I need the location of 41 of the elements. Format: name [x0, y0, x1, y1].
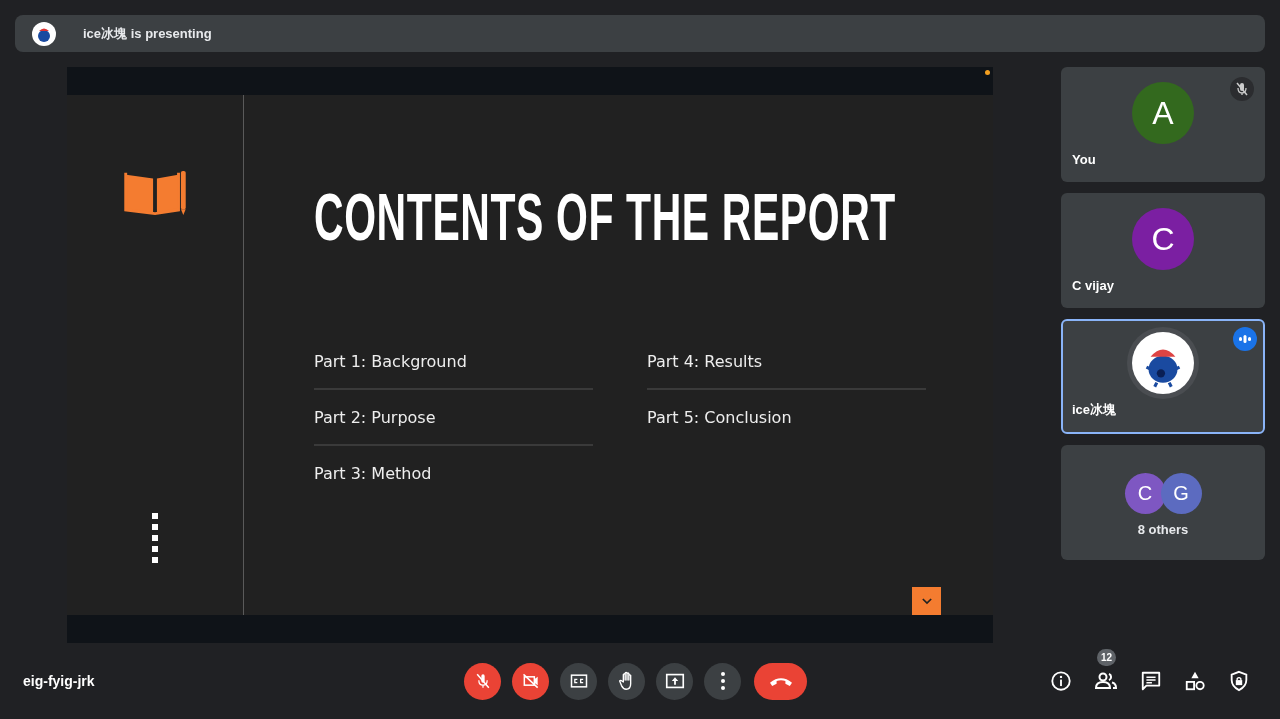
contents-item: Part 1: Background	[314, 351, 467, 373]
avatar-initial: G	[1160, 472, 1202, 514]
hang-up-icon	[769, 676, 792, 686]
chat-icon[interactable]	[1140, 670, 1162, 692]
participant-name: You	[1072, 152, 1096, 167]
present-button[interactable]	[656, 662, 693, 700]
others-count: 8 others	[1137, 521, 1189, 537]
leave-call-button[interactable]	[754, 662, 807, 700]
contents-item: Part 2: Purpose	[314, 407, 436, 429]
chevron-down-icon	[921, 597, 932, 605]
contents-item: Part 4: Results	[647, 351, 763, 373]
audio-level-icon	[1233, 327, 1257, 351]
contents-item: Part 5: Conclusion	[647, 407, 792, 429]
microphone-button[interactable]	[464, 662, 501, 700]
next-slide-button[interactable]	[912, 587, 941, 615]
more-options-icon	[720, 672, 725, 690]
avatar-initial: C	[1124, 472, 1166, 514]
participant-count-badge: 12	[1097, 649, 1117, 666]
shield-lock-icon[interactable]	[1228, 670, 1250, 692]
info-icon[interactable]	[1050, 670, 1072, 692]
status-dot	[985, 70, 990, 75]
camera-button[interactable]	[512, 662, 549, 700]
captions-button[interactable]	[560, 662, 597, 700]
shapes-icon[interactable]	[1184, 670, 1206, 692]
avatar-initial: C	[1132, 208, 1194, 270]
slide-title: CONTENTS OF THE REPORT	[314, 179, 896, 255]
contents-item: Part 3: Method	[314, 463, 432, 485]
meeting-code: eig-fyig-jrk	[23, 673, 95, 689]
participant-name: C vijay	[1072, 278, 1114, 293]
captions-icon	[568, 671, 589, 691]
cartoon-avatar-icon	[1132, 332, 1194, 394]
presenting-text: ice冰塊 is presenting	[83, 24, 212, 43]
vertical-dots-icon	[152, 513, 158, 563]
book-and-pencil-icon	[124, 169, 186, 217]
avatar-initial: A	[1132, 82, 1194, 144]
raise-hand-button[interactable]	[608, 662, 645, 700]
camera-off-icon	[520, 671, 541, 691]
others-tile[interactable]: C G 8 others	[1061, 445, 1265, 560]
participant-name: ice冰塊	[1072, 401, 1117, 419]
more-options-button[interactable]	[704, 662, 741, 700]
cartoon-avatar-icon	[32, 21, 56, 46]
